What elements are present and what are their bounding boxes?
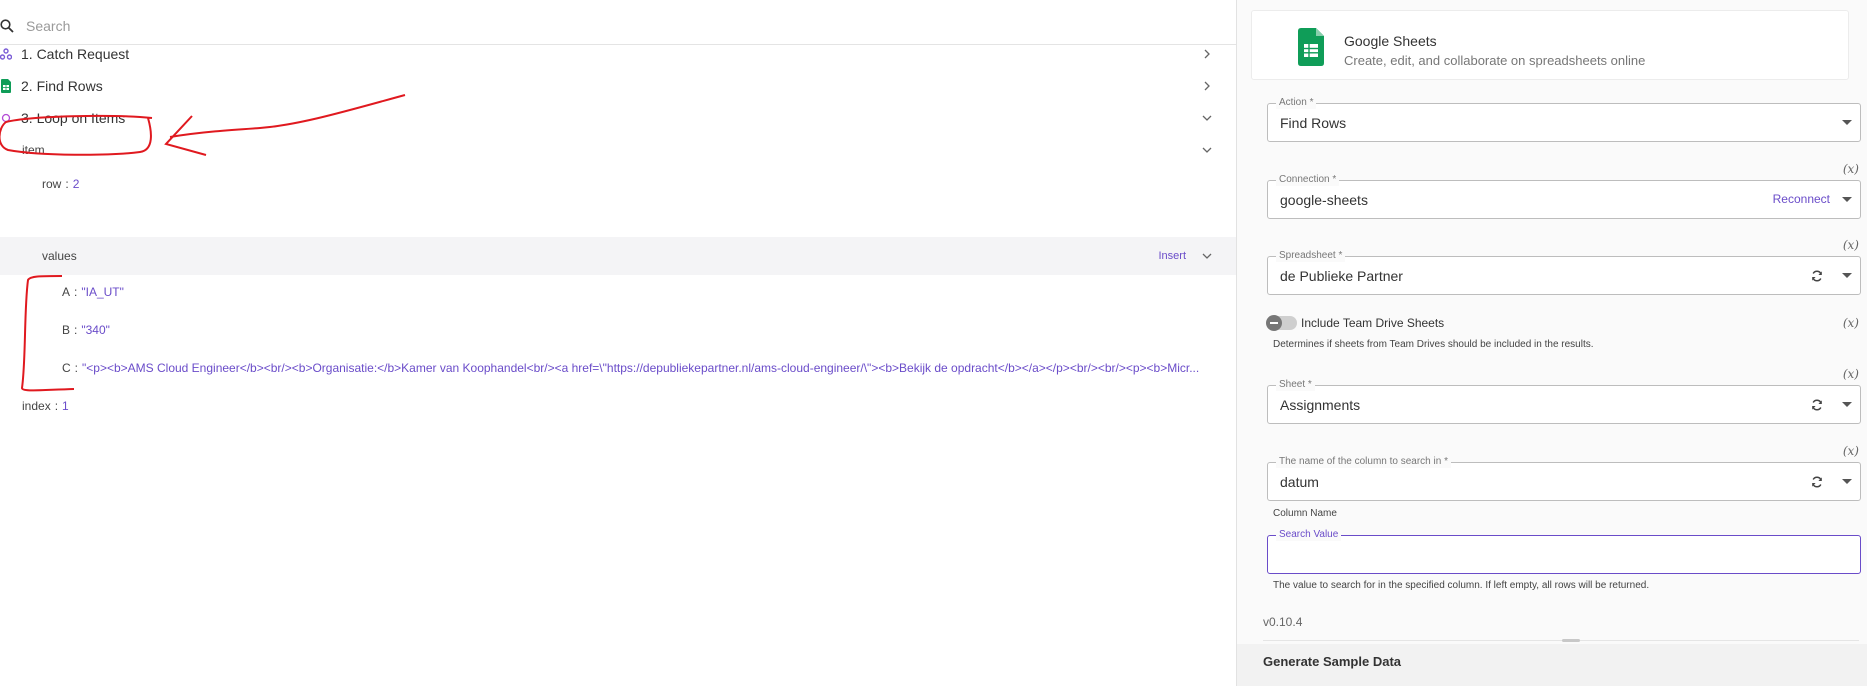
- formula-toggle-icon[interactable]: (x): [1843, 316, 1859, 330]
- tree-key: A: [62, 285, 71, 299]
- tree-node-item[interactable]: item: [0, 131, 1236, 169]
- caret-down-icon[interactable]: [1842, 273, 1852, 278]
- search-value-help: The value to search for in the specified…: [1273, 580, 1650, 591]
- field-label: Search Value: [1276, 529, 1342, 541]
- team-drive-description: Determines if sheets from Team Drives sh…: [1273, 339, 1594, 350]
- tree-leaf-b[interactable]: B : "340": [0, 311, 1236, 349]
- tree-value: "340": [81, 323, 110, 337]
- piece-card: Google Sheets Create, edit, and collabor…: [1251, 10, 1849, 80]
- team-drive-toggle[interactable]: [1266, 315, 1297, 331]
- field-label: Spreadsheet *: [1276, 250, 1346, 262]
- chevron-right-icon[interactable]: [1200, 79, 1214, 93]
- caret-down-icon[interactable]: [1842, 479, 1852, 484]
- column-name-select[interactable]: The name of the column to search in * da…: [1267, 456, 1861, 501]
- team-drive-toggle-row[interactable]: Include Team Drive Sheets: [1266, 315, 1445, 331]
- step-label: 1. Catch Request: [21, 46, 130, 62]
- search-value-input[interactable]: Search Value: [1267, 529, 1861, 574]
- column-name-help: Column Name: [1273, 508, 1337, 519]
- refresh-icon[interactable]: [1810, 475, 1824, 489]
- field-value: de Publieke Partner: [1280, 268, 1403, 284]
- formula-toggle-icon[interactable]: (x): [1843, 238, 1859, 252]
- action-select[interactable]: Action * Find Rows: [1267, 97, 1861, 142]
- tree-key: B: [62, 323, 71, 337]
- field-value: Find Rows: [1280, 115, 1347, 131]
- tree-key: C: [62, 361, 71, 375]
- connection-select[interactable]: Connection * google-sheets Reconnect: [1267, 174, 1861, 219]
- field-label: The name of the column to search in *: [1276, 456, 1451, 468]
- caret-down-icon[interactable]: [1842, 402, 1852, 407]
- google-sheets-icon: [1298, 28, 1324, 66]
- tree-leaf-index[interactable]: index : 1: [0, 387, 1236, 425]
- search-input[interactable]: [26, 17, 926, 34]
- tree-separator: :: [74, 285, 78, 299]
- tree-value: 2: [72, 177, 80, 191]
- field-label: Sheet *: [1276, 379, 1315, 391]
- formula-toggle-icon[interactable]: (x): [1843, 444, 1859, 458]
- data-explorer-pane: 1. Catch Request 2. Find Rows 3. Loop on…: [0, 0, 1236, 686]
- tree-key: row: [42, 177, 62, 191]
- chevron-down-icon[interactable]: [1200, 111, 1214, 125]
- tree-node-values[interactable]: values Insert: [0, 237, 1236, 275]
- version-label: v0.10.4: [1263, 615, 1303, 629]
- field-value: google-sheets: [1280, 192, 1368, 208]
- tree-separator: :: [74, 361, 79, 375]
- tree-separator: :: [65, 177, 69, 191]
- field-value: datum: [1280, 474, 1319, 490]
- step-settings-pane: Google Sheets Create, edit, and collabor…: [1237, 0, 1867, 686]
- google-sheets-icon: [0, 79, 12, 93]
- formula-toggle-icon[interactable]: (x): [1843, 367, 1859, 381]
- caret-down-icon[interactable]: [1842, 120, 1852, 125]
- reconnect-link[interactable]: Reconnect: [1773, 192, 1830, 206]
- tree-separator: :: [54, 399, 59, 413]
- refresh-icon[interactable]: [1810, 398, 1824, 412]
- generate-sample-data-label: Generate Sample Data: [1263, 654, 1402, 669]
- search-icon: [0, 18, 14, 33]
- tree-leaf-c[interactable]: C : "<p><b>AMS Cloud Engineer</b><br/><b…: [0, 349, 1236, 387]
- generate-sample-data-bar[interactable]: Generate Sample Data: [1237, 644, 1867, 686]
- tree-key: values: [42, 249, 77, 263]
- refresh-icon[interactable]: [1810, 269, 1824, 283]
- bottom-divider: [1263, 640, 1859, 641]
- tree-leaf-row[interactable]: row : 2: [0, 165, 1236, 203]
- piece-title: Google Sheets: [1344, 33, 1437, 49]
- sheet-select[interactable]: Sheet * Assignments: [1267, 379, 1861, 424]
- tree-separator: :: [74, 323, 78, 337]
- tree-value: "<p><b>AMS Cloud Engineer</b><br/><b>Org…: [82, 361, 1200, 375]
- team-drive-label: Include Team Drive Sheets: [1301, 316, 1445, 330]
- loop-icon: [0, 111, 12, 125]
- formula-toggle-icon[interactable]: (x): [1843, 162, 1859, 176]
- tree-value: 1: [62, 399, 69, 413]
- webhook-icon: [0, 47, 12, 61]
- field-value: Assignments: [1280, 397, 1361, 413]
- chevron-down-icon[interactable]: [1200, 249, 1214, 263]
- field-label: Action *: [1276, 97, 1317, 109]
- chevron-down-icon[interactable]: [1200, 143, 1214, 157]
- step-label: 2. Find Rows: [21, 78, 103, 94]
- toggle-knob: [1266, 315, 1282, 331]
- tree-value: "IA_UT": [81, 285, 124, 299]
- step-label: 3. Loop on Items: [21, 110, 126, 126]
- tree-key: index: [22, 399, 51, 413]
- tree-key: item: [22, 143, 45, 157]
- caret-down-icon[interactable]: [1842, 197, 1852, 202]
- insert-button[interactable]: Insert: [1158, 250, 1186, 262]
- resize-handle[interactable]: [1562, 639, 1580, 642]
- piece-subtitle: Create, edit, and collaborate on spreads…: [1344, 53, 1646, 68]
- field-label: Connection *: [1276, 174, 1340, 186]
- tree-leaf-a[interactable]: A : "IA_UT": [0, 273, 1236, 311]
- spreadsheet-select[interactable]: Spreadsheet * de Publieke Partner: [1267, 250, 1861, 295]
- chevron-right-icon[interactable]: [1200, 47, 1214, 61]
